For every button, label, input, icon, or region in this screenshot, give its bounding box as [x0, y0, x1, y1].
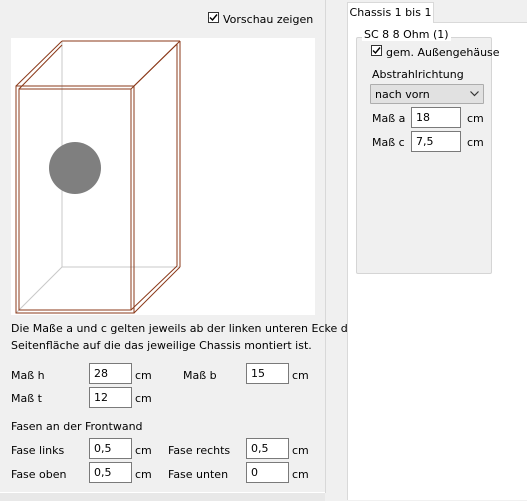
dimension-t-input[interactable]: 12 [89, 387, 132, 408]
checkmark-icon [209, 14, 218, 22]
direction-label: Abstrahlrichtung [372, 68, 464, 81]
checkmark-icon [372, 47, 381, 55]
dimension-h-unit: cm [135, 369, 152, 382]
description-line-2: Seitenfläche auf die das jeweilige Chass… [11, 339, 312, 352]
chassis-group-title: SC 8 8 Ohm (1) [362, 28, 451, 41]
dimension-b-unit: cm [292, 369, 309, 382]
direction-select[interactable]: nach vorn [370, 84, 484, 104]
mass-a-input[interactable]: 18 [411, 107, 461, 128]
chamfer-right-label: Fase rechts [168, 444, 231, 457]
chamfer-heading: Fasen an der Frontwand [11, 420, 143, 433]
preview-checkbox-label: Vorschau zeigen [223, 13, 314, 26]
direction-select-value: nach vorn [375, 88, 430, 101]
enclosure-wireframe [15, 40, 181, 314]
chamfer-left-label: Fase links [11, 444, 65, 457]
chevron-down-icon [470, 91, 479, 97]
description-line-1: Die Maße a und c gelten jeweils ab der l… [11, 322, 360, 335]
external-housing-checkbox[interactable] [371, 45, 382, 56]
mass-c-input[interactable]: 7,5 [411, 131, 461, 152]
chamfer-left-unit: cm [135, 444, 152, 457]
preview-checkbox[interactable] [208, 12, 219, 23]
dimension-h-input[interactable]: 28 [89, 363, 132, 384]
mass-c-unit: cm [467, 136, 484, 149]
tab-chassis[interactable]: Chassis 1 bis 1 [347, 2, 434, 23]
chamfer-right-input[interactable]: 0,5 [246, 438, 289, 459]
mass-a-unit: cm [467, 112, 484, 125]
chamfer-bottom-unit: cm [292, 468, 309, 481]
chamfer-bottom-label: Fase unten [168, 468, 229, 481]
chamfer-bottom-input[interactable]: 0 [246, 462, 289, 483]
external-housing-label: gem. Außengehäuse [386, 46, 500, 59]
chamfer-top-unit: cm [135, 468, 152, 481]
dimension-t-label: Maß t [11, 392, 42, 405]
chamfer-top-label: Fase oben [11, 468, 67, 481]
mass-c-label: Maß c [372, 136, 405, 149]
dimension-b-label: Maß b [183, 369, 217, 382]
enclosure-preview [11, 38, 315, 315]
speaker-chassis-icon [49, 142, 101, 194]
chamfer-top-input[interactable]: 0,5 [89, 462, 132, 483]
chamfer-right-unit: cm [292, 444, 309, 457]
mass-a-label: Maß a [372, 112, 406, 125]
chamfer-left-input[interactable]: 0,5 [89, 438, 132, 459]
dimension-h-label: Maß h [11, 369, 45, 382]
dimension-b-input[interactable]: 15 [246, 363, 289, 384]
dimension-t-unit: cm [135, 392, 152, 405]
